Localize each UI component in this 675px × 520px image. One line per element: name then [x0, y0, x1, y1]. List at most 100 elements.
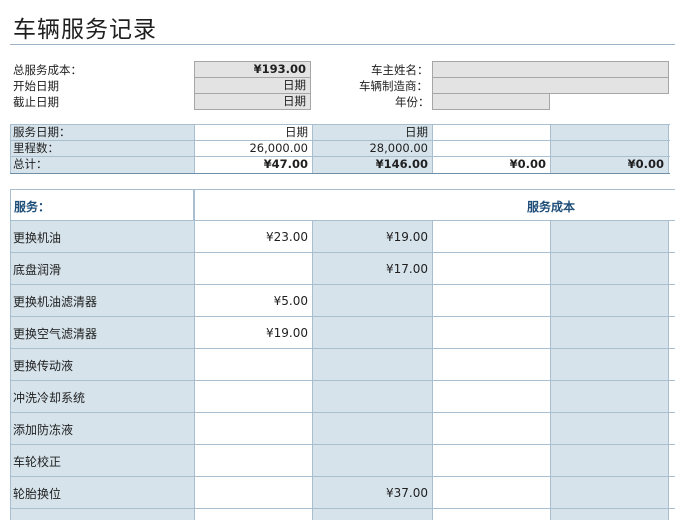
grid-line: [10, 508, 675, 509]
mileage-label: 里程数：: [10, 141, 194, 157]
service-cost-cell[interactable]: [550, 221, 668, 253]
service-name: 轮胎换位: [13, 486, 62, 501]
start-date-label: 开始日期: [13, 79, 59, 93]
end-date-label: 截止日期: [13, 95, 59, 109]
grid-line: [10, 156, 670, 157]
service-date-cell[interactable]: [432, 125, 550, 141]
service-cost-cell[interactable]: [194, 445, 312, 477]
total-cell: ¥47.00: [194, 157, 312, 173]
grid-line: [10, 348, 675, 349]
vehicle-maker-field[interactable]: [432, 77, 669, 94]
service-cost-cell[interactable]: [550, 477, 668, 509]
service-cost-cell[interactable]: [432, 413, 550, 445]
total-cost-label: 总服务成本：: [13, 63, 82, 77]
grid-line: [312, 221, 313, 520]
service-name: 车轮校正: [13, 454, 62, 469]
service-cost-cell[interactable]: ¥23.00: [194, 221, 312, 253]
service-cost-cell[interactable]: [194, 381, 312, 413]
service-cost-cell[interactable]: ¥17.00: [312, 253, 432, 285]
grid-line: [10, 476, 675, 477]
service-cost-cell[interactable]: [312, 285, 432, 317]
service-date-row: 服务日期： 日期 日期: [10, 125, 675, 141]
service-cost-cell[interactable]: ¥5.00: [194, 285, 312, 317]
grid-line: [10, 412, 675, 413]
page-title: 车辆服务记录: [13, 17, 157, 43]
grid-line: [10, 316, 675, 317]
service-cost-cell[interactable]: [550, 349, 668, 381]
mileage-cell[interactable]: 26,000.00: [194, 141, 312, 157]
mileage-cell[interactable]: 28,000.00: [312, 141, 432, 157]
grid-line: [194, 189, 195, 520]
start-date-field[interactable]: 日期: [194, 77, 311, 94]
service-name: 更换机油: [13, 230, 62, 245]
grid-line: [312, 124, 313, 173]
service-date-cell[interactable]: 日期: [194, 125, 312, 141]
grid-line: [668, 124, 669, 173]
service-cost-cell[interactable]: [432, 317, 550, 349]
service-cost-cell[interactable]: [194, 349, 312, 381]
grid-line: [550, 124, 551, 173]
grid-line: [10, 380, 675, 381]
service-cost-cell[interactable]: [432, 253, 550, 285]
total-cell: ¥0.00: [432, 157, 550, 173]
grid-line: [432, 221, 433, 520]
service-cost-cell[interactable]: ¥37.00: [312, 477, 432, 509]
service-cost-cell[interactable]: [432, 445, 550, 477]
service-date-label: 服务日期：: [10, 125, 194, 141]
grid-line: [432, 124, 433, 173]
grid-line: [10, 189, 11, 520]
title-divider: [10, 44, 675, 45]
mileage-row: 里程数： 26,000.00 28,000.00: [10, 141, 675, 157]
total-cell: ¥146.00: [312, 157, 432, 173]
service-cost-cell[interactable]: [550, 317, 668, 349]
total-label: 总计：: [10, 157, 194, 173]
service-date-cell[interactable]: [550, 125, 668, 141]
service-cost-cell[interactable]: [432, 285, 550, 317]
service-cost-cell[interactable]: ¥19.00: [312, 221, 432, 253]
service-cost-cell[interactable]: [550, 285, 668, 317]
service-cost-cell[interactable]: [194, 477, 312, 509]
service-cost-cell[interactable]: [432, 477, 550, 509]
mileage-cell[interactable]: [550, 141, 668, 157]
grid-line: [194, 124, 195, 173]
service-cost-cell[interactable]: [432, 349, 550, 381]
service-name: 更换传动液: [13, 358, 74, 373]
end-date-field[interactable]: 日期: [194, 93, 311, 110]
year-label: 年份：: [395, 95, 430, 109]
grid-line: [10, 252, 675, 253]
service-cost-cell[interactable]: [312, 381, 432, 413]
grid-line: [10, 444, 675, 445]
service-cost-cell[interactable]: [550, 445, 668, 477]
service-cost-cell[interactable]: [312, 317, 432, 349]
grid-line: [10, 140, 670, 141]
owner-name-field[interactable]: [432, 61, 669, 78]
service-name: 更换空气滤清器: [13, 326, 98, 341]
service-cost-cell[interactable]: [312, 349, 432, 381]
mileage-cell[interactable]: [432, 141, 550, 157]
service-cost-cell[interactable]: [312, 445, 432, 477]
grid-line: [668, 221, 669, 520]
service-name: 更换机油滤清器: [13, 294, 98, 309]
service-cost-cell[interactable]: [432, 221, 550, 253]
service-cost-cell[interactable]: [194, 413, 312, 445]
service-name: 冲洗冷却系统: [13, 390, 86, 405]
service-cost-cell[interactable]: [550, 413, 668, 445]
total-cell: ¥0.00: [550, 157, 668, 173]
grid-line: [10, 124, 670, 125]
total-cost-field[interactable]: ¥193.00: [194, 61, 311, 78]
service-date-cell[interactable]: 日期: [312, 125, 432, 141]
total-row: 总计： ¥47.00 ¥146.00 ¥0.00 ¥0.00: [10, 157, 675, 173]
service-cost-cell[interactable]: [432, 381, 550, 413]
grid-line: [10, 124, 11, 173]
year-field[interactable]: [432, 93, 550, 110]
service-cost-cell[interactable]: [312, 413, 432, 445]
grid-line: [10, 284, 675, 285]
service-cost-cell[interactable]: [550, 253, 668, 285]
service-cost-cell[interactable]: [194, 253, 312, 285]
grid-line: [550, 221, 551, 520]
grid-line: [10, 189, 675, 190]
service-cost-header: 服务成本: [527, 200, 576, 214]
service-cost-cell[interactable]: [550, 381, 668, 413]
grid-line: [10, 173, 670, 174]
service-cost-cell[interactable]: ¥19.00: [194, 317, 312, 349]
